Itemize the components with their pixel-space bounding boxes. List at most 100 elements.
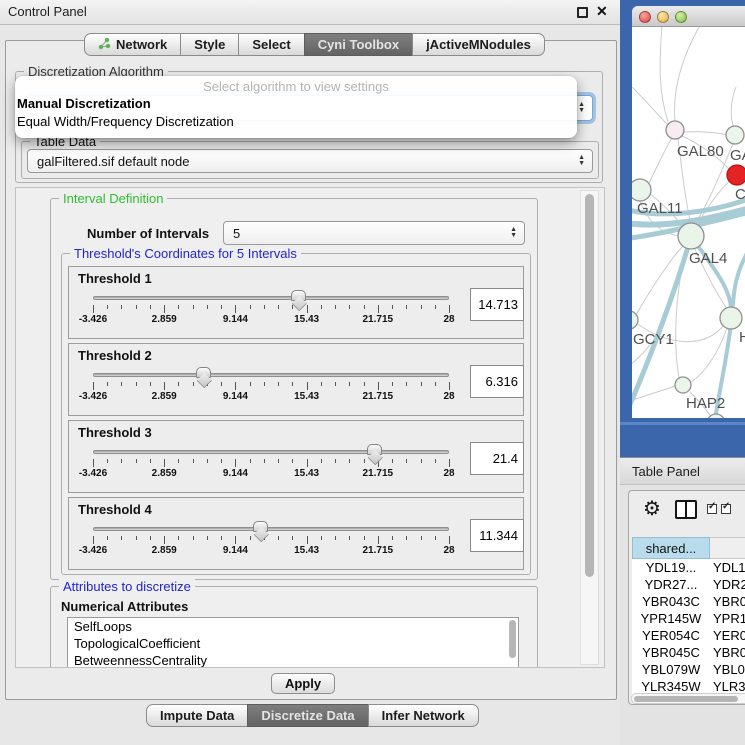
- threshold-value-field[interactable]: 6.316: [470, 365, 524, 398]
- list-scrollbar-thumb[interactable]: [509, 620, 516, 658]
- slider-thumb[interactable]: [291, 290, 306, 301]
- tab-label: Style: [194, 37, 225, 52]
- slider-thumb[interactable]: [196, 367, 211, 378]
- slider-tick: [207, 459, 208, 463]
- slider-tick: [207, 536, 208, 540]
- slider-thumb[interactable]: [367, 444, 382, 455]
- numerical-attributes-list[interactable]: SelfLoopsTopologicalCoefficientBetweenne…: [67, 617, 519, 668]
- threshold-value-field[interactable]: 14.713: [470, 288, 524, 321]
- tab-jactivemnodules[interactable]: jActiveMNodules: [412, 33, 545, 56]
- slider-tick: [136, 382, 137, 386]
- network-node[interactable]: [666, 121, 684, 139]
- network-node[interactable]: [678, 223, 704, 249]
- table-row[interactable]: YER054CYER0: [632, 627, 745, 644]
- slider-tick: [278, 382, 279, 386]
- threshold-label: Threshold 2: [78, 348, 152, 363]
- slider-tick: [193, 459, 194, 463]
- close-traffic-light-icon[interactable]: [639, 11, 651, 23]
- dropdown-item-manual-discretization[interactable]: Manual Discretization: [15, 95, 577, 113]
- table-hscrollbar-track[interactable]: [631, 693, 745, 704]
- table-data-combobox[interactable]: galFiltered.sif default node ▲▼: [27, 149, 593, 173]
- checkbox-checked-icon[interactable]: [721, 504, 731, 514]
- threshold-value-field[interactable]: 11.344: [470, 519, 524, 552]
- close-icon[interactable]: ✕: [596, 3, 608, 20]
- slider-tick: [235, 382, 236, 390]
- tab-infer-network[interactable]: Infer Network: [368, 704, 479, 727]
- table-row[interactable]: YBR043CYBR0: [632, 593, 745, 610]
- table-row[interactable]: YDL19...YDL1: [632, 559, 745, 576]
- column-header-shared-name[interactable]: shared...: [632, 537, 710, 559]
- cell-shared-name[interactable]: YBR043C: [632, 593, 710, 610]
- settings-scrollbar-thumb[interactable]: [585, 194, 594, 577]
- slider-tick: [164, 382, 165, 390]
- table-row[interactable]: YPR145WYPR1: [632, 610, 745, 627]
- cell-name[interactable]: YDL1: [713, 559, 745, 576]
- cell-name[interactable]: YPR1: [713, 610, 745, 627]
- network-node[interactable]: [632, 179, 651, 201]
- network-node[interactable]: [726, 126, 744, 144]
- table-hscrollbar-thumb[interactable]: [634, 696, 738, 702]
- slider-track[interactable]: [93, 450, 449, 454]
- list-item[interactable]: SelfLoops: [68, 618, 518, 635]
- control-panel-titlebar: Control Panel ✕: [0, 0, 620, 25]
- cell-shared-name[interactable]: YPR145W: [632, 610, 710, 627]
- zoom-traffic-light-icon[interactable]: [675, 11, 687, 23]
- cell-shared-name[interactable]: YER054C: [632, 627, 710, 644]
- slider-tick: [406, 382, 407, 386]
- list-item[interactable]: BetweennessCentrality: [68, 652, 518, 668]
- number-of-intervals-combobox[interactable]: 5 ▲▼: [223, 221, 525, 245]
- cell-name[interactable]: YER0: [713, 627, 745, 644]
- checkbox-checked-icon[interactable]: [707, 504, 717, 514]
- threshold-value-field[interactable]: 21.4: [470, 442, 524, 475]
- cell-shared-name[interactable]: YDL19...: [632, 559, 710, 576]
- cell-name[interactable]: YDR2: [713, 576, 745, 593]
- dropdown-hint-item[interactable]: Select algorithm to view settings: [15, 76, 577, 95]
- slider-tick-label: -3.426: [79, 314, 107, 325]
- settings-scrollbar-track[interactable]: [580, 190, 599, 665]
- table-row[interactable]: YDR27...YDR2: [632, 576, 745, 593]
- slider-tick-label: 15.43: [294, 314, 319, 325]
- tab-cyni-toolbox[interactable]: Cyni Toolbox: [304, 33, 413, 56]
- slider-track[interactable]: [93, 527, 449, 531]
- slider-tick-label: 2.859: [152, 391, 177, 402]
- cell-name[interactable]: YBR0: [713, 644, 745, 661]
- table-row[interactable]: YBR045CYBR0: [632, 644, 745, 661]
- tab-network[interactable]: Network: [84, 33, 181, 56]
- slider-tick: [421, 305, 422, 309]
- cell-name[interactable]: YBL0: [713, 661, 745, 678]
- network-node[interactable]: [727, 165, 745, 185]
- slider-track[interactable]: [93, 296, 449, 300]
- slider-thumb[interactable]: [253, 521, 268, 532]
- dropdown-item-equal-width[interactable]: Equal Width/Frequency Discretization: [15, 113, 577, 131]
- table-row[interactable]: YBL079WYBL0: [632, 661, 745, 678]
- table-rows[interactable]: YDL19...YDL1YDR27...YDR2YBR043CYBR0YPR14…: [632, 559, 745, 695]
- float-window-icon[interactable]: [577, 7, 588, 18]
- tab-select[interactable]: Select: [238, 33, 304, 56]
- cell-shared-name[interactable]: YDR27...: [632, 576, 710, 593]
- threshold-label: Threshold 4: [78, 502, 152, 517]
- tab-style[interactable]: Style: [180, 33, 239, 56]
- list-item[interactable]: TopologicalCoefficient: [68, 635, 518, 652]
- network-node[interactable]: [675, 377, 691, 393]
- table-panel-body: ⚙ shared... n YDL19...YDL1YDR27...YDR2YB…: [628, 490, 745, 705]
- column-header-name[interactable]: n: [710, 537, 745, 559]
- columns-icon[interactable]: [675, 500, 697, 519]
- apply-button[interactable]: Apply: [271, 673, 335, 694]
- network-node[interactable]: [720, 307, 742, 329]
- slider-tick: [107, 382, 108, 386]
- tab-discretize-data[interactable]: Discretize Data: [247, 704, 368, 727]
- network-canvas[interactable]: GAL80GACGAL11GAL4GCY1HHAP2: [632, 27, 745, 418]
- cell-name[interactable]: YBR0: [713, 593, 745, 610]
- slider-tick: [221, 382, 222, 386]
- cell-shared-name[interactable]: YBL079W: [632, 661, 710, 678]
- slider-tick-label: 21.715: [363, 391, 394, 402]
- slider-tick-label: 9.144: [223, 545, 248, 556]
- tab-impute-data[interactable]: Impute Data: [146, 704, 248, 727]
- cell-shared-name[interactable]: YBR045C: [632, 644, 710, 661]
- gear-icon[interactable]: ⚙: [643, 496, 661, 521]
- number-of-intervals-label: Number of Intervals: [87, 226, 209, 241]
- slider-tick: [178, 305, 179, 309]
- slider-tick: [164, 536, 165, 544]
- slider-track[interactable]: [93, 373, 449, 377]
- minimize-traffic-light-icon[interactable]: [657, 11, 669, 23]
